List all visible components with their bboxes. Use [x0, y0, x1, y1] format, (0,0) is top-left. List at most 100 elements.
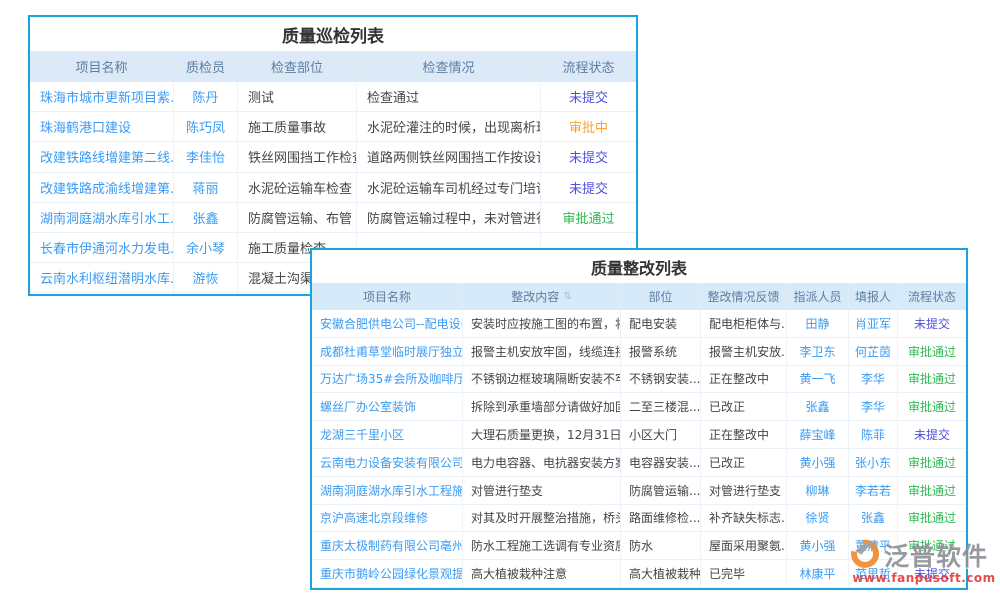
cell-reporter[interactable]: 张小东 [849, 449, 898, 476]
cell-project-name[interactable]: 长春市伊通河水力发电... [30, 233, 174, 262]
cell-inspector[interactable]: 余小琴 [174, 233, 238, 262]
cell-reporter[interactable]: 董清平 [849, 532, 898, 559]
cell-assignee[interactable]: 黄一飞 [787, 366, 849, 393]
cell-assignee[interactable]: 薛宝峰 [787, 421, 849, 448]
sort-icon[interactable]: ⇅ [563, 291, 571, 302]
cell-inspector[interactable]: 陈丹 [174, 82, 238, 111]
cell-project-name[interactable]: 改建铁路线增建第二线... [30, 142, 174, 171]
cell-inspect-part: 施工质量事故 [238, 112, 357, 141]
table-row[interactable]: 改建铁路成渝线增建第...蒋丽水泥砼运输车检查水泥砼运输车司机经过专门培训...… [30, 173, 636, 203]
cell-assignee[interactable]: 张鑫 [787, 393, 849, 420]
cell-inspector[interactable]: 陈巧凤 [174, 112, 238, 141]
cell-project-name[interactable]: 改建铁路成渝线增建第... [30, 173, 174, 202]
cell-project-name[interactable]: 万达广场35#会所及咖啡厅空... [312, 366, 463, 393]
cell-inspect-part: 铁丝网围挡工作检查 [238, 142, 357, 171]
rectification-table-header: 项目名称整改内容⇅部位整改情况反馈指派人员填报人流程状态 [312, 283, 966, 310]
cell-flow-status: 审批通过 [898, 449, 966, 476]
cell-rectify-feedback: 屋面采用聚氨... [701, 532, 787, 559]
cell-flow-status: 审批通过 [541, 203, 636, 232]
table-row[interactable]: 重庆市鹅岭公园绿化景观提升...高大植被栽种注意高大植被栽种已完毕林康平范思哲未… [312, 560, 966, 588]
cell-reporter[interactable]: 李华 [849, 366, 898, 393]
cell-part: 报警系统 [621, 338, 701, 365]
column-header-inspect-situation: 检查情况 [357, 51, 541, 82]
cell-assignee[interactable]: 李卫东 [787, 338, 849, 365]
table-row[interactable]: 珠海市城市更新项目紫...陈丹测试检查通过未提交 [30, 82, 636, 112]
cell-project-name[interactable]: 珠海市城市更新项目紫... [30, 82, 174, 111]
cell-flow-status: 审批通过 [898, 532, 966, 559]
cell-part: 防水 [621, 532, 701, 559]
cell-rectify-feedback: 配电柜柜体与... [701, 310, 787, 337]
column-header-label: 指派人员 [793, 288, 841, 305]
cell-reporter[interactable]: 肖亚军 [849, 310, 898, 337]
table-row[interactable]: 改建铁路线增建第二线...李佳怡铁丝网围挡工作检查道路两侧铁丝网围挡工作按设计.… [30, 142, 636, 172]
cell-inspect-situation: 道路两侧铁丝网围挡工作按设计... [357, 142, 541, 171]
cell-project-name[interactable]: 云南电力设备安装有限公司20... [312, 449, 463, 476]
column-header-reporter: 填报人 [849, 283, 898, 310]
cell-inspector[interactable]: 游恢 [174, 263, 238, 292]
cell-flow-status: 未提交 [541, 173, 636, 202]
table-row[interactable]: 龙湖三千里小区大理石质量更换，12月31日之...小区大门正在整改中薛宝峰陈菲未… [312, 421, 966, 449]
column-header-project-name: 项目名称 [312, 283, 463, 310]
cell-flow-status: 审批通过 [898, 505, 966, 532]
cell-inspector[interactable]: 张鑫 [174, 203, 238, 232]
table-row[interactable]: 成都杜甫草堂临时展厅独立展...报警主机安放牢固，线缆连接...报警系统报警主机… [312, 338, 966, 366]
cell-project-name[interactable]: 安徽合肥供电公司--配电设备... [312, 310, 463, 337]
cell-reporter[interactable]: 李若若 [849, 477, 898, 504]
cell-part: 小区大门 [621, 421, 701, 448]
table-row[interactable]: 螺丝厂办公室装饰拆除到承重墙部分请做好加固...二至三楼混...已改正张鑫李华审… [312, 393, 966, 421]
table-row[interactable]: 湖南洞庭湖水库引水工...张鑫防腐管运输、布管防腐管运输过程中，未对管进行...… [30, 203, 636, 233]
column-header-label: 项目名称 [363, 288, 411, 305]
column-header-label: 项目名称 [75, 57, 127, 76]
cell-reporter[interactable]: 李华 [849, 393, 898, 420]
table-row[interactable]: 京沪高速北京段维修对其及时开展整治措施，桥头...路面维修检...补齐缺失标志.… [312, 505, 966, 533]
cell-reporter[interactable]: 陈菲 [849, 421, 898, 448]
cell-assignee[interactable]: 徐贤 [787, 505, 849, 532]
cell-part: 不锈钢安装... [621, 366, 701, 393]
cell-project-name[interactable]: 湖南洞庭湖水库引水工程施工标 [312, 477, 463, 504]
cell-project-name[interactable]: 湖南洞庭湖水库引水工... [30, 203, 174, 232]
cell-rectify-content: 对其及时开展整治措施，桥头... [463, 505, 621, 532]
cell-flow-status: 未提交 [898, 560, 966, 587]
cell-assignee[interactable]: 柳琳 [787, 477, 849, 504]
cell-part: 防腐管运输... [621, 477, 701, 504]
cell-project-name[interactable]: 螺丝厂办公室装饰 [312, 393, 463, 420]
cell-project-name[interactable]: 京沪高速北京段维修 [312, 505, 463, 532]
cell-project-name[interactable]: 龙湖三千里小区 [312, 421, 463, 448]
cell-assignee[interactable]: 黄小强 [787, 449, 849, 476]
cell-project-name[interactable]: 重庆市鹅岭公园绿化景观提升... [312, 560, 463, 587]
cell-part: 二至三楼混... [621, 393, 701, 420]
column-header-inspector: 质检员 [174, 51, 238, 82]
cell-flow-status: 未提交 [541, 82, 636, 111]
column-header-label: 检查部位 [271, 57, 323, 76]
cell-inspect-part: 防腐管运输、布管 [238, 203, 357, 232]
column-header-label: 整改情况反馈 [707, 288, 779, 305]
table-row[interactable]: 安徽合肥供电公司--配电设备...安装时应按施工图的布置，将...配电安装配电柜… [312, 310, 966, 338]
cell-rectify-content: 拆除到承重墙部分请做好加固... [463, 393, 621, 420]
cell-assignee[interactable]: 黄小强 [787, 532, 849, 559]
cell-inspector[interactable]: 李佳怡 [174, 142, 238, 171]
column-header-rectify-feedback: 整改情况反馈 [701, 283, 787, 310]
cell-part: 配电安装 [621, 310, 701, 337]
cell-rectify-content: 报警主机安放牢固，线缆连接... [463, 338, 621, 365]
table-row[interactable]: 云南电力设备安装有限公司20...电力电容器、电抗器安装方案,...电容器安装.… [312, 449, 966, 477]
cell-inspector[interactable]: 蒋丽 [174, 173, 238, 202]
cell-rectify-content: 安装时应按施工图的布置，将... [463, 310, 621, 337]
cell-project-name[interactable]: 成都杜甫草堂临时展厅独立展... [312, 338, 463, 365]
cell-project-name[interactable]: 云南水利枢纽潜明水库... [30, 263, 174, 292]
table-row[interactable]: 珠海鹤港口建设陈巧凤施工质量事故水泥砼灌注的时候，出现离析现象审批中 [30, 112, 636, 142]
table-row[interactable]: 湖南洞庭湖水库引水工程施工标对管进行垫支防腐管运输...对管进行垫支柳琳李若若审… [312, 477, 966, 505]
cell-project-name[interactable]: 重庆太极制药有限公司亳州中... [312, 532, 463, 559]
cell-reporter[interactable]: 张鑫 [849, 505, 898, 532]
cell-flow-status: 审批中 [541, 112, 636, 141]
cell-rectify-content: 不锈钢边框玻璃隔断安装不牢... [463, 366, 621, 393]
table-row[interactable]: 重庆太极制药有限公司亳州中...防水工程施工选调有专业资质...防水屋面采用聚氨… [312, 532, 966, 560]
cell-rectify-content: 防水工程施工选调有专业资质... [463, 532, 621, 559]
cell-reporter[interactable]: 何芷茵 [849, 338, 898, 365]
cell-assignee[interactable]: 田静 [787, 310, 849, 337]
cell-project-name[interactable]: 珠海鹤港口建设 [30, 112, 174, 141]
cell-reporter[interactable]: 范思哲 [849, 560, 898, 587]
cell-rectify-feedback: 已改正 [701, 449, 787, 476]
cell-assignee[interactable]: 林康平 [787, 560, 849, 587]
table-row[interactable]: 万达广场35#会所及咖啡厅空...不锈钢边框玻璃隔断安装不牢...不锈钢安装..… [312, 366, 966, 394]
column-header-label: 填报人 [855, 288, 891, 305]
